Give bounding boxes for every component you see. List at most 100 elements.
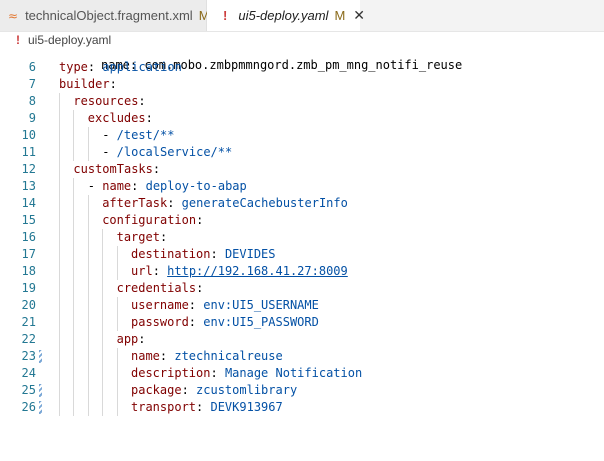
code-text: configuration:: [102, 212, 203, 229]
code-line: 11 - /localService/**: [0, 144, 604, 161]
yaml-key: credentials: [116, 281, 197, 295]
tab-technical-object-fragment[interactable]: ≈ technicalObject.fragment.xml M: [0, 0, 210, 31]
code-line: 20 username: env:UI5_USERNAME: [0, 297, 604, 314]
code-text: afterTask: generateCachebusterInfo: [102, 195, 348, 212]
yaml-key: package: [131, 383, 182, 397]
punctuation: :: [210, 366, 225, 380]
indent-guide: [87, 382, 89, 399]
indent-guide: [59, 127, 60, 144]
modified-line-gutter-marker[interactable]: [39, 350, 42, 363]
indent-guide: [116, 314, 118, 331]
indent-guide: [59, 297, 60, 314]
indent-guide: [59, 382, 60, 399]
punctuation: :: [152, 264, 168, 278]
editor-tab-bar: ≈ technicalObject.fragment.xml M ! ui5-d…: [0, 0, 604, 32]
indent-guide: [73, 365, 75, 382]
indent-guide: [116, 365, 118, 382]
code-text: excludes:: [88, 110, 153, 127]
indent-guide: [73, 144, 75, 161]
code-line: 16 target:: [0, 229, 604, 246]
indent-guide: [59, 314, 60, 331]
indent-guide: [73, 297, 75, 314]
line-number: 16: [21, 230, 36, 244]
modified-line-gutter-marker[interactable]: [39, 384, 42, 397]
punctuation: -: [87, 179, 103, 193]
close-icon[interactable]: ✕: [353, 8, 365, 24]
tab-ui5-deploy-yaml[interactable]: ! ui5-deploy.yaml M ✕: [207, 0, 365, 31]
yaml-key: app: [116, 332, 139, 346]
line-number: 14: [21, 196, 36, 210]
punctuation: -: [102, 145, 117, 159]
code-line: 13 - name: deploy-to-abap: [0, 178, 604, 195]
indent-guide: [73, 229, 75, 246]
punctuation: :: [188, 298, 204, 312]
indent-guide: [59, 263, 60, 280]
code-editor[interactable]: name: com.mobo.zmbpmmngord.zmb_pm_mng_no…: [0, 40, 604, 420]
indent-guide: [87, 399, 89, 416]
indent-guide: [87, 365, 89, 382]
yaml-key: name: [131, 349, 160, 363]
indent-guide: [59, 365, 60, 382]
line-number: 11: [21, 145, 36, 159]
indent-guide: [87, 212, 89, 229]
line-number: 13: [21, 179, 36, 193]
punctuation: :: [109, 77, 117, 91]
code-text: destination: DEVIDES: [131, 246, 276, 263]
code-line: 15 configuration:: [0, 212, 604, 229]
indent-guide: [102, 314, 104, 331]
yaml-key: password: [131, 315, 189, 329]
indent-guide: [87, 144, 89, 161]
indent-guide: [59, 348, 60, 365]
code-text: - name: deploy-to-abap: [88, 178, 247, 195]
indent-guide: [73, 246, 75, 263]
modified-line-gutter-marker[interactable]: [39, 401, 42, 414]
indent-guide: [87, 229, 89, 246]
line-number: 25: [21, 383, 36, 397]
yaml-value: /localService/**: [116, 145, 233, 159]
indent-guide: [59, 212, 60, 229]
code-text: transport: DEVK913967: [131, 399, 283, 416]
indent-guide: [59, 229, 60, 246]
punctuation: :: [181, 383, 197, 397]
yaml-value: /test/**: [116, 128, 175, 142]
yaml-key: destination: [131, 247, 211, 261]
indent-guide: [87, 314, 89, 331]
code-text: app:: [117, 331, 146, 348]
indent-guide: [59, 144, 60, 161]
line-number: 10: [21, 128, 36, 142]
code-text: url: http://192.168.41.27:8009: [131, 263, 348, 280]
yaml-key: customTasks: [73, 162, 153, 176]
yaml-value: DEVK913967: [210, 400, 283, 414]
code-line: 21 password: env:UI5_PASSWORD: [0, 314, 604, 331]
indent-guide: [73, 280, 75, 297]
punctuation: :: [138, 94, 146, 108]
punctuation: :: [159, 230, 168, 244]
punctuation: :: [196, 400, 211, 414]
line-number: 12: [21, 162, 36, 176]
yaml-key: builder: [59, 77, 110, 91]
indent-guide: [102, 382, 104, 399]
yaml-key: description: [131, 366, 211, 380]
yaml-value: deploy-to-abap: [145, 179, 247, 193]
indent-guide: [102, 331, 104, 348]
punctuation: :: [196, 213, 204, 227]
url-link[interactable]: http://192.168.41.27:8009: [167, 264, 348, 278]
indent-guide: [87, 127, 89, 144]
code-text: password: env:UI5_PASSWORD: [131, 314, 319, 331]
yaml-key: resources: [73, 94, 139, 108]
code-line: 7 builder:: [0, 76, 604, 93]
indent-guide: [116, 382, 118, 399]
punctuation: -: [102, 128, 117, 142]
yaml-key: type: [59, 60, 88, 74]
code-line-partial: name: com.mobo.zmbpmmngord.zmb_pm_mng_no…: [0, 40, 604, 72]
line-number: 21: [21, 315, 36, 329]
yaml-key: afterTask: [102, 196, 168, 210]
yaml-value: env:UI5_USERNAME: [203, 298, 319, 312]
code-line: 14 afterTask: generateCachebusterInfo: [0, 195, 604, 212]
yaml-value: env:UI5_PASSWORD: [203, 315, 319, 329]
indent-guide: [102, 263, 104, 280]
indent-guide: [116, 297, 118, 314]
indent-guide: [73, 127, 75, 144]
indent-guide: [59, 110, 60, 127]
indent-guide: [102, 280, 104, 297]
